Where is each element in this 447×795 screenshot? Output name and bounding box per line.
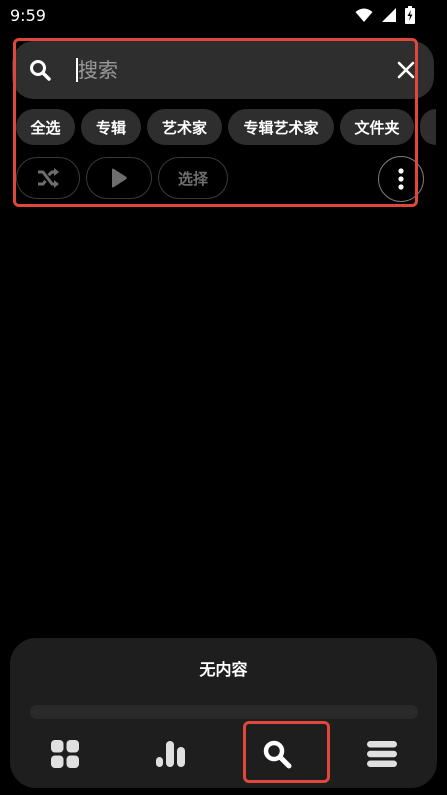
- filter-chip-artist[interactable]: 艺术家: [147, 109, 222, 145]
- nav-stats[interactable]: [146, 735, 196, 773]
- shuffle-button[interactable]: [16, 157, 80, 199]
- filter-chip-album-artist[interactable]: 专辑艺术家: [228, 109, 334, 145]
- nav-library[interactable]: [40, 735, 90, 773]
- select-button[interactable]: 选择: [158, 157, 228, 199]
- cellular-signal-icon: [381, 7, 397, 27]
- filter-chip-label: 专辑艺术家: [243, 118, 319, 137]
- search-icon: [263, 740, 292, 769]
- search-icon: [28, 58, 52, 82]
- status-icons: [355, 6, 415, 28]
- bottom-panel: 无内容: [10, 638, 437, 788]
- select-button-label: 选择: [177, 169, 208, 188]
- close-icon: [397, 61, 415, 79]
- search-bar: [12, 41, 434, 99]
- status-time: 9:59: [10, 6, 46, 25]
- filter-chip-label: 专辑: [95, 118, 126, 137]
- nav-search[interactable]: [252, 735, 302, 773]
- action-row: 选择: [16, 157, 228, 199]
- battery-charging-icon: [405, 6, 415, 28]
- filter-chip-label: 全选: [30, 118, 61, 137]
- search-input[interactable]: [78, 55, 378, 85]
- filter-chip-folder[interactable]: 文件夹: [340, 109, 414, 145]
- playback-progress-bar[interactable]: [30, 705, 418, 719]
- play-button[interactable]: [86, 157, 152, 199]
- grid-icon: [51, 740, 79, 768]
- wifi-icon: [355, 7, 373, 27]
- filter-chip-label: 文件夹: [354, 118, 400, 137]
- filter-chip-label: 艺术家: [161, 118, 207, 137]
- bar-chart-icon: [156, 741, 185, 767]
- filter-chips: 全选 专辑 艺术家 专辑艺术家 文件夹: [16, 109, 436, 145]
- shuffle-icon: [38, 168, 59, 188]
- status-bar: 9:59: [0, 0, 447, 30]
- play-icon: [112, 168, 127, 188]
- now-playing-status: 无内容: [199, 660, 248, 679]
- clear-search-button[interactable]: [392, 56, 420, 84]
- more-vertical-icon: [398, 168, 404, 190]
- filter-chip-all[interactable]: 全选: [16, 109, 75, 145]
- nav-playlist[interactable]: [357, 735, 407, 773]
- more-options-button[interactable]: [378, 156, 424, 202]
- list-icon: [367, 741, 397, 767]
- filter-chip-more[interactable]: [420, 109, 436, 145]
- filter-chip-album[interactable]: 专辑: [81, 109, 141, 145]
